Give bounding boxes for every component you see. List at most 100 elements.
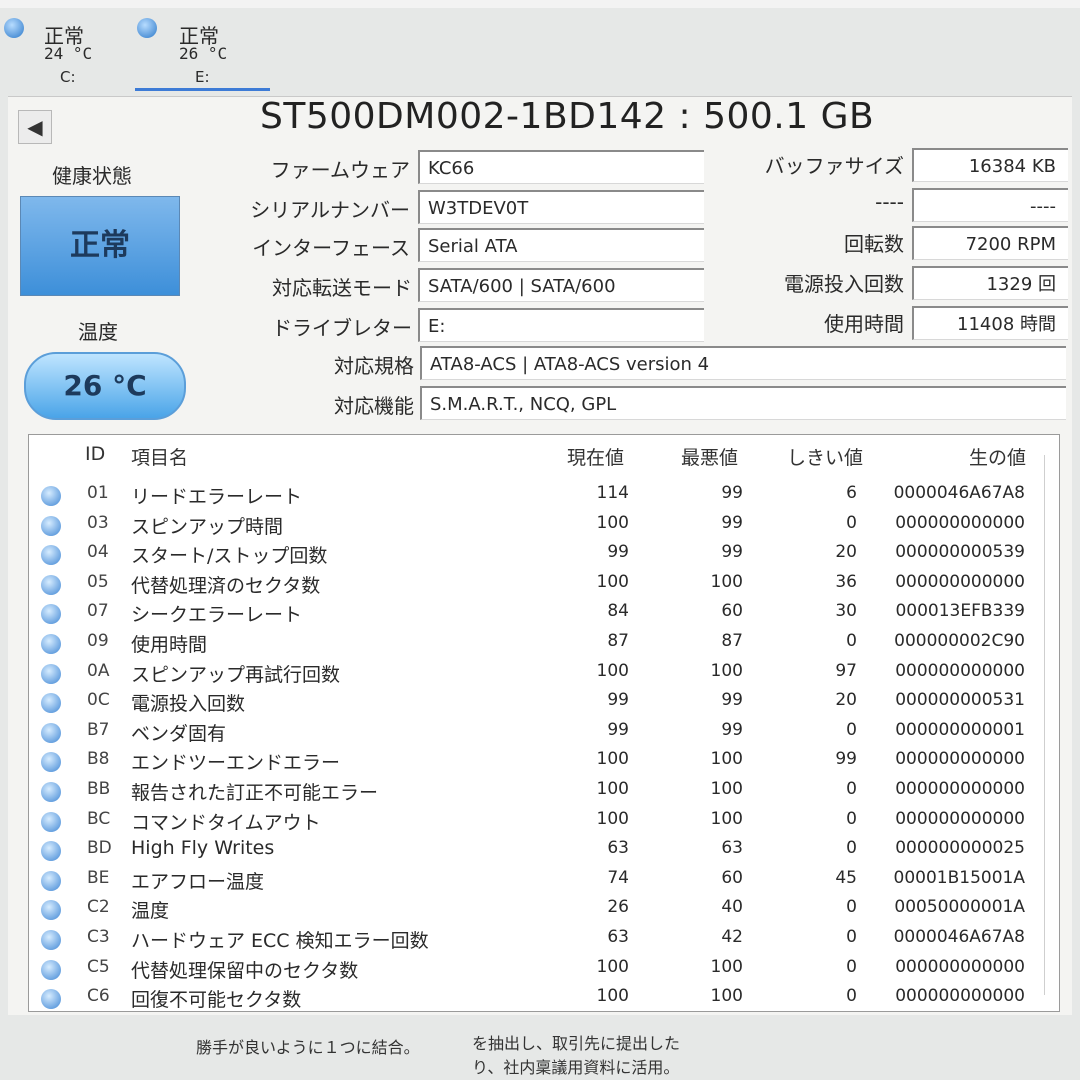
temperature-label: 温度: [78, 320, 118, 344]
header-worst[interactable]: 最悪値: [681, 443, 738, 470]
standard-value: ATA8-ACS | ATA8-ACS version 4: [420, 346, 1066, 380]
table-row[interactable]: 05 代替処理済のセクタ数 100 100 36 000000000000: [29, 570, 1039, 599]
attribute-name: コマンドタイムアウト: [131, 811, 321, 834]
firmware-label: ファームウェア: [270, 158, 410, 182]
current-value: 100: [596, 779, 629, 799]
vertical-scrollbar[interactable]: [1044, 455, 1057, 995]
attribute-name: エンドツーエンドエラー: [131, 752, 341, 775]
current-value: 84: [607, 601, 629, 622]
status-dot-icon: [41, 693, 61, 714]
status-dot-icon: [41, 870, 61, 891]
attribute-name: 報告された訂正不可能エラー: [131, 782, 379, 804]
disk-letter: C:: [60, 68, 76, 86]
raw-value: 000000000000: [895, 779, 1025, 799]
threshold-value: 36: [835, 571, 857, 592]
attribute-id: C6: [87, 986, 110, 1007]
table-row[interactable]: BB 報告された訂正不可能エラー 100 100 0 000000000000: [29, 777, 1039, 806]
table-row[interactable]: C6 回復不可能セクタ数 100 100 0 000000000000: [29, 984, 1039, 1012]
header-id[interactable]: ID: [85, 443, 105, 465]
power-count-value: 1329 回: [912, 266, 1068, 300]
left-arrow-icon: ◀: [27, 115, 43, 139]
table-row[interactable]: 0A スピンアップ再試行回数 100 100 97 000000000000: [29, 659, 1039, 688]
table-row[interactable]: B7 ベンダ固有 99 99 0 000000000001: [29, 718, 1039, 747]
table-row[interactable]: 01 リードエラーレート 114 99 6 0000046A67A8: [29, 481, 1039, 510]
attribute-name: 回復不可能セクタ数: [131, 989, 302, 1012]
threshold-value: 45: [835, 867, 857, 888]
attribute-name: スピンアップ再試行回数: [131, 663, 341, 686]
raw-value: 000000000000: [895, 749, 1025, 770]
worst-value: 99: [721, 483, 743, 503]
table-row[interactable]: C2 温度 26 40 0 00050000001A: [29, 895, 1039, 924]
power-count-label: 電源投入回数: [784, 272, 904, 296]
table-row[interactable]: 04 スタート/ストップ回数 99 99 20 000000000539: [29, 540, 1039, 569]
table-row[interactable]: 09 使用時間 87 87 0 000000002C90: [29, 629, 1039, 658]
threshold-value: 0: [846, 779, 857, 799]
current-value: 100: [596, 956, 629, 977]
raw-value: 000000000000: [895, 808, 1025, 829]
table-row[interactable]: C5 代替処理保留中のセクタ数 100 100 0 000000000000: [29, 955, 1039, 984]
status-dot-icon: [41, 604, 61, 625]
attribute-id: B8: [87, 749, 110, 770]
header-current[interactable]: 現在値: [567, 443, 624, 470]
smart-attributes-table[interactable]: ID 項目名 現在値 最悪値 しきい値 生の値 01 リードエラーレート 114 99…: [28, 434, 1060, 1012]
raw-value: 000000000000: [895, 571, 1025, 592]
attribute-id: 09: [87, 631, 109, 651]
current-value: 87: [607, 631, 629, 651]
features-value: S.M.A.R.T., NCQ, GPL: [420, 386, 1066, 420]
current-value: 99: [607, 690, 629, 711]
unknown-value: ----: [912, 188, 1068, 222]
health-status-button[interactable]: 正常: [20, 196, 180, 296]
status-dot-icon: [41, 959, 61, 980]
table-row[interactable]: 0C 電源投入回数 99 99 20 000000000531: [29, 688, 1039, 717]
current-value: 100: [596, 808, 629, 829]
status-dot-icon: [41, 900, 61, 921]
table-row[interactable]: BE エアフロー温度 74 60 45 00001B15001A: [29, 866, 1039, 895]
table-row[interactable]: 07 シークエラーレート 84 60 30 000013EFB339: [29, 599, 1039, 628]
header-name[interactable]: 項目名: [131, 443, 188, 470]
threshold-value: 6: [846, 483, 857, 503]
attribute-id: 0A: [87, 660, 110, 681]
current-value: 74: [607, 867, 629, 888]
worst-value: 100: [710, 660, 743, 681]
status-dot-icon: [41, 752, 61, 773]
status-dot-icon: [41, 574, 61, 595]
threshold-value: 20: [835, 690, 857, 711]
worst-value: 60: [721, 601, 743, 622]
table-row[interactable]: BC コマンドタイムアウト 100 100 0 000000000000: [29, 807, 1039, 836]
threshold-value: 97: [835, 660, 857, 681]
header-raw[interactable]: 生の値: [969, 443, 1026, 470]
drive-letter-label: ドライブレター: [272, 316, 412, 340]
status-dot-icon: [41, 545, 61, 566]
status-dot-icon: [41, 989, 61, 1010]
previous-disk-button[interactable]: ◀: [18, 110, 52, 144]
attribute-name: リードエラーレート: [131, 486, 303, 508]
table-row[interactable]: 03 スピンアップ時間 100 99 0 000000000000: [29, 511, 1039, 540]
table-row[interactable]: BD High Fly Writes 63 63 0 000000000025: [29, 836, 1039, 865]
raw-value: 000000002C90: [894, 631, 1025, 651]
disk-temp: 26 °C: [179, 44, 228, 63]
table-row[interactable]: B8 エンドツーエンドエラー 100 100 99 000000000000: [29, 747, 1039, 776]
attribute-id: C2: [87, 897, 110, 918]
header-threshold[interactable]: しきい値: [787, 443, 863, 470]
temperature-button[interactable]: 26 °C: [24, 352, 186, 420]
status-dot-icon: [137, 18, 157, 38]
worst-value: 100: [710, 571, 743, 592]
raw-value: 000000000000: [895, 512, 1025, 533]
disk-tab-e[interactable]: 正常 26 °C E:: [135, 10, 270, 91]
threshold-value: 0: [846, 719, 857, 740]
status-dot-icon: [41, 811, 61, 832]
threshold-value: 0: [846, 956, 857, 977]
interface-label: インターフェース: [252, 236, 410, 260]
buffer-label: バッファサイズ: [764, 154, 904, 178]
buffer-value: 16384 KB: [912, 148, 1068, 182]
threshold-value: 0: [846, 838, 857, 859]
current-value: 99: [607, 719, 629, 740]
table-row[interactable]: C3 ハードウェア ECC 検知エラー回数 63 42 0 0000046A67A8: [29, 925, 1039, 954]
raw-value: 0000046A67A8: [893, 927, 1025, 947]
worst-value: 100: [710, 749, 743, 770]
disk-tab-c[interactable]: 正常 24 °C C:: [0, 10, 135, 88]
attribute-id: C5: [87, 956, 110, 977]
worst-value: 40: [721, 897, 743, 918]
status-dot-icon: [41, 722, 61, 743]
status-dot-icon: [41, 486, 61, 506]
